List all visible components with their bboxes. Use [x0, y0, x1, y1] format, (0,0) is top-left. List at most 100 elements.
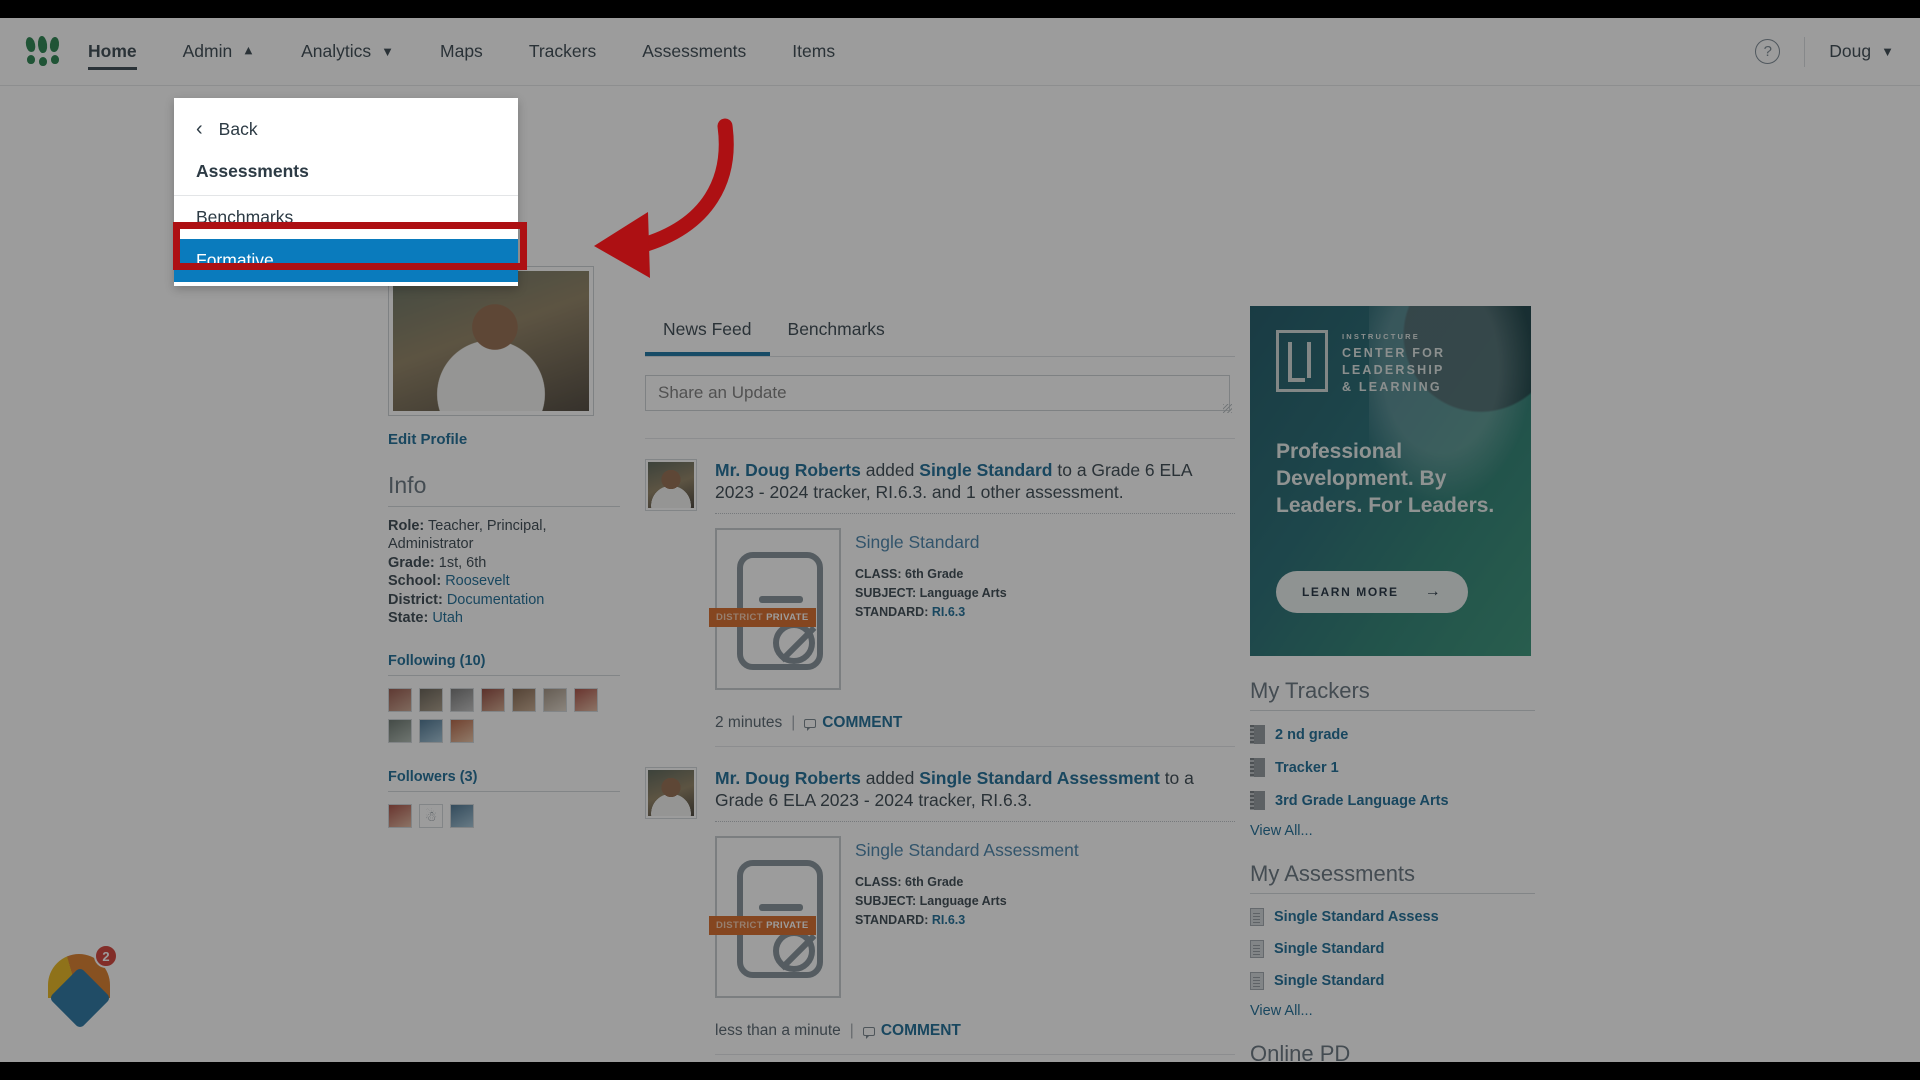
nav-item-maps-label: Maps — [440, 41, 483, 61]
assessment-thumbnail-icon[interactable]: DISTRICT PRIVATE — [709, 836, 841, 998]
tracker-list-item-label: 2 nd grade — [1275, 726, 1349, 743]
avatar[interactable] — [450, 688, 474, 713]
avatar[interactable] — [645, 459, 697, 511]
avatar[interactable] — [645, 767, 697, 819]
tab-news-feed[interactable]: News Feed — [645, 311, 770, 356]
status-badge-scope: DISTRICT — [716, 612, 764, 623]
edit-profile-link[interactable]: Edit Profile — [388, 431, 620, 448]
feed-post-timestamp: 2 minutes — [715, 714, 783, 731]
avatar[interactable] — [512, 688, 536, 713]
following-avatars — [388, 688, 603, 744]
promo-brand-line1: CENTER FOR — [1342, 346, 1446, 360]
promo-banner[interactable]: INSTRUCTURE CENTER FOR LEADERSHIP & LEAR… — [1250, 306, 1531, 656]
avatar[interactable] — [419, 719, 443, 744]
assessment-list-item[interactable]: Single Standard Assess — [1250, 908, 1535, 926]
dropdown-item-formative[interactable]: Formative — [174, 239, 518, 282]
avatar-placeholder-icon[interactable]: ☃ — [419, 804, 443, 829]
help-icon-label: ? — [1763, 43, 1772, 60]
info-school-label: School: — [388, 573, 442, 590]
feed-post-bottom-divider — [715, 746, 1235, 747]
tracker-list-item[interactable]: 3rd Grade Language Arts — [1250, 791, 1535, 810]
dropdown-back-button[interactable]: ‹ Back — [174, 108, 518, 153]
comment-icon — [862, 1026, 875, 1039]
dropdown-item-formative-label: Formative — [196, 250, 274, 270]
followers-divider — [388, 791, 620, 793]
dropdown-item-benchmarks[interactable]: Benchmarks — [174, 196, 518, 239]
info-state-row: State: Utah — [388, 609, 620, 627]
assessments-view-all-link[interactable]: View All... — [1250, 1003, 1535, 1019]
document-icon — [1250, 908, 1264, 926]
assessment-list-item[interactable]: Single Standard — [1250, 972, 1535, 990]
assessment-card-title[interactable]: Single Standard — [855, 532, 1007, 553]
avatar[interactable] — [388, 804, 412, 829]
followers-label[interactable]: Followers (3) — [388, 769, 620, 785]
feed-post-timestamp: less than a minute — [715, 1022, 841, 1039]
feed-post-object[interactable]: Single Standard — [919, 460, 1052, 480]
assessment-card-title[interactable]: Single Standard Assessment — [855, 840, 1079, 861]
assessment-class-row: CLASS: 6th Grade — [855, 567, 1007, 581]
info-district-value[interactable]: Documentation — [447, 592, 545, 608]
learn-more-button-label: LEARN MORE — [1302, 585, 1399, 599]
info-state-value[interactable]: Utah — [432, 610, 463, 626]
comment-button-label: COMMENT — [822, 714, 903, 731]
feed-post-footer: less than a minute | COMMENT — [715, 1022, 1235, 1040]
assessment-card-meta: Single Standard Assessment CLASS: 6th Gr… — [855, 836, 1079, 998]
trackers-view-all-link[interactable]: View All... — [1250, 823, 1535, 839]
assessment-standard-value[interactable]: RI.6.3 — [932, 605, 965, 619]
tab-benchmarks[interactable]: Benchmarks — [770, 311, 903, 356]
feed-post-author[interactable]: Mr. Doug Roberts — [715, 460, 861, 480]
assessment-class-label: CLASS: — [855, 875, 902, 889]
nav-item-admin[interactable]: Admin ▼ — [183, 18, 255, 86]
resize-handle-icon[interactable] — [1223, 404, 1232, 413]
assessment-standard-value[interactable]: RI.6.3 — [932, 913, 965, 927]
learn-more-button[interactable]: LEARN MORE → — [1276, 571, 1469, 613]
assessment-thumbnail-icon[interactable]: DISTRICT PRIVATE — [709, 528, 841, 690]
tracker-list-item[interactable]: Tracker 1 — [1250, 758, 1535, 777]
right-sidebar: INSTRUCTURE CENTER FOR LEADERSHIP & LEAR… — [1250, 306, 1535, 1062]
following-label[interactable]: Following (10) — [388, 653, 620, 669]
nav-item-trackers[interactable]: Trackers — [529, 18, 596, 86]
comment-button[interactable]: COMMENT — [804, 714, 902, 732]
assessment-list-item-label: Single Standard — [1274, 973, 1385, 989]
footer-separator: | — [791, 714, 796, 731]
avatar[interactable] — [388, 719, 412, 744]
feed-post-footer: 2 minutes | COMMENT — [715, 714, 1235, 732]
avatar[interactable] — [450, 719, 474, 744]
status-badge-visibility: PRIVATE — [766, 612, 809, 623]
help-icon[interactable]: ? — [1755, 39, 1781, 64]
assessment-card: DISTRICT PRIVATE Single Standard Assessm… — [709, 836, 1235, 998]
comment-button-label: COMMENT — [880, 1022, 961, 1039]
document-icon — [1250, 972, 1264, 990]
assessment-subject-value: Language Arts — [919, 894, 1007, 908]
avatar[interactable] — [481, 688, 505, 713]
nav-item-analytics[interactable]: Analytics ▼ — [301, 18, 394, 86]
chevron-left-icon: ‹ — [196, 118, 203, 140]
nav-item-items[interactable]: Items — [792, 18, 835, 86]
info-body: Role: Teacher, Principal, Administrator … — [388, 517, 620, 627]
nav-item-home[interactable]: Home — [88, 18, 137, 86]
assessment-subject-row: SUBJECT: Language Arts — [855, 586, 1007, 600]
feed-divider — [645, 438, 1235, 439]
nav-item-maps[interactable]: Maps — [440, 18, 483, 86]
avatar[interactable] — [388, 688, 412, 713]
avatar[interactable] — [543, 688, 567, 713]
status-badge-visibility: PRIVATE — [766, 920, 809, 931]
feed-post-object[interactable]: Single Standard Assessment — [919, 768, 1160, 788]
tracker-list-item[interactable]: 2 nd grade — [1250, 725, 1535, 744]
avatar[interactable] — [419, 688, 443, 713]
user-menu[interactable]: Doug ▼ — [1829, 41, 1894, 62]
top-navigation-bar: Home Admin ▼ Analytics ▼ Maps Trackers A… — [0, 18, 1920, 86]
avatar[interactable] — [574, 688, 598, 713]
nav-item-assessments[interactable]: Assessments — [642, 18, 746, 86]
assessment-subject-value: Language Arts — [919, 586, 1007, 600]
share-update-input[interactable] — [645, 375, 1230, 411]
assessment-class-label: CLASS: — [855, 567, 902, 581]
info-school-value[interactable]: Roosevelt — [445, 573, 509, 589]
assessment-list-item[interactable]: Single Standard — [1250, 940, 1535, 958]
assessment-list-item-label: Single Standard Assess — [1274, 909, 1439, 925]
notifications-widget[interactable]: 2 — [44, 944, 118, 1030]
comment-button[interactable]: COMMENT — [862, 1022, 961, 1040]
news-feed-column: News Feed Benchmarks Mr. Doug Roberts ad… — [645, 311, 1235, 1062]
feed-post-author[interactable]: Mr. Doug Roberts — [715, 768, 861, 788]
avatar[interactable] — [450, 804, 474, 829]
